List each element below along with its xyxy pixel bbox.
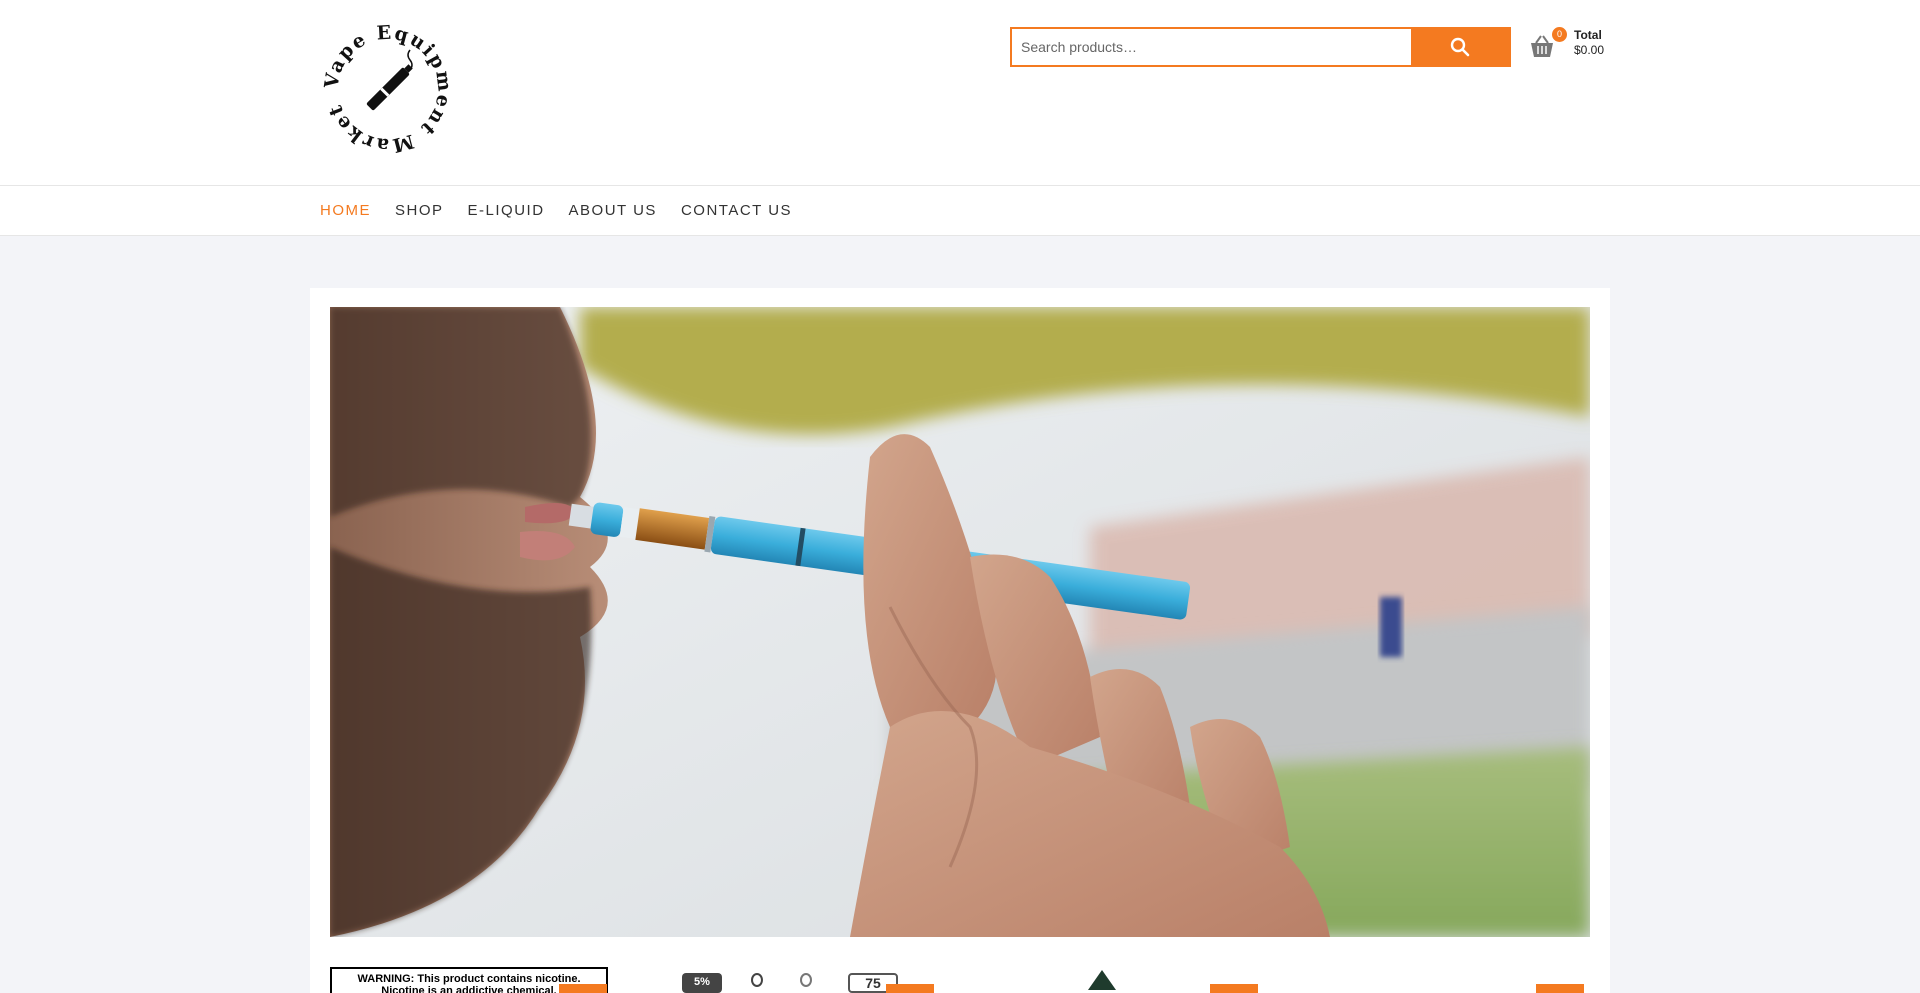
- nav-item-e-liquid[interactable]: E-LIQUID: [468, 202, 545, 219]
- main-content: WARNING: This product contains nicotine.…: [310, 288, 1610, 993]
- main-navigation: HOME SHOP E-LIQUID ABOUT US CONTACT US: [0, 185, 1920, 236]
- nav-item-about-us[interactable]: ABOUT US: [569, 202, 657, 219]
- site-header: Vape Equipment Market 0 To: [0, 0, 1920, 185]
- product-thumbnails-row: WARNING: This product contains nicotine.…: [330, 967, 1590, 993]
- product-thumbnail-icon: [800, 973, 812, 987]
- search-icon: [1450, 37, 1470, 57]
- nav-item-contact-us[interactable]: CONTACT US: [681, 202, 792, 219]
- nav-menu: HOME SHOP E-LIQUID ABOUT US CONTACT US: [320, 186, 816, 235]
- mini-cart[interactable]: 0 Total $0.00: [1528, 27, 1628, 67]
- hero-photo: [330, 307, 1590, 937]
- nav-item-home[interactable]: HOME: [320, 202, 371, 219]
- product-thumbnail-icon: [751, 973, 763, 987]
- product-thumbnail[interactable]: [1088, 970, 1116, 990]
- product-thumbnail[interactable]: 5%: [682, 973, 722, 993]
- sale-badge: [1210, 984, 1258, 993]
- hero-banner-image[interactable]: [330, 307, 1590, 937]
- site-logo[interactable]: Vape Equipment Market: [318, 18, 458, 160]
- sale-badge: [886, 984, 934, 993]
- nav-item-shop[interactable]: SHOP: [395, 202, 444, 219]
- cart-count-badge: 0: [1552, 27, 1567, 42]
- search-bar: [1010, 27, 1511, 67]
- search-input[interactable]: [1012, 29, 1411, 65]
- vape-pen-logo-icon: Vape Equipment Market: [320, 22, 453, 157]
- sale-badge: [1536, 984, 1584, 993]
- cart-total-label: Total: [1574, 28, 1602, 42]
- search-button[interactable]: [1411, 29, 1509, 65]
- cart-total-value: $0.00: [1574, 43, 1605, 57]
- sale-badge: [559, 984, 607, 993]
